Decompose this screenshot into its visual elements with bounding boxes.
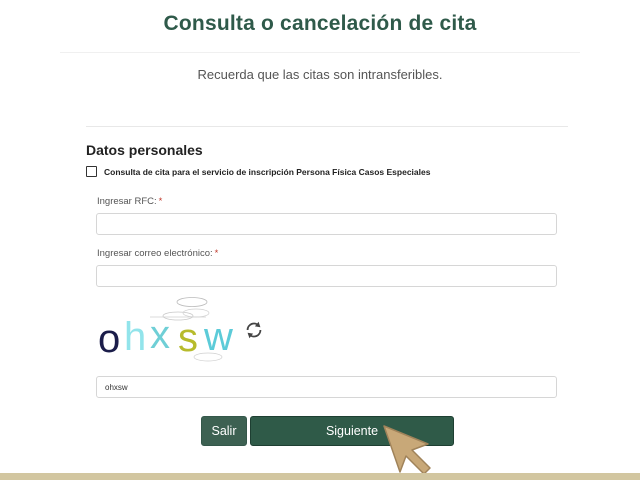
svg-text:s: s bbox=[178, 316, 198, 360]
footer-accent-bar bbox=[0, 473, 640, 480]
special-cases-checkbox-row[interactable]: Consulta de cita para el servicio de ins… bbox=[86, 166, 430, 177]
email-label-text: Ingresar correo electrónico: bbox=[97, 248, 213, 259]
email-input[interactable] bbox=[96, 265, 557, 287]
rfc-label-text: Ingresar RFC: bbox=[97, 196, 157, 207]
rfc-label: Ingresar RFC: * bbox=[97, 196, 162, 207]
page-title: Consulta o cancelación de cita bbox=[163, 12, 477, 35]
svg-text:h: h bbox=[124, 315, 146, 359]
special-cases-checkbox-label: Consulta de cita para el servicio de ins… bbox=[104, 166, 431, 177]
required-mark: * bbox=[158, 196, 163, 207]
exit-button[interactable]: Salir bbox=[201, 416, 247, 446]
section-title: Datos personales bbox=[86, 142, 203, 158]
required-mark: * bbox=[214, 248, 219, 259]
captcha-image: o h x s w bbox=[98, 297, 233, 362]
refresh-icon[interactable] bbox=[243, 319, 265, 341]
svg-text:x: x bbox=[150, 313, 170, 357]
captcha-input[interactable]: ohxsw bbox=[96, 376, 557, 398]
captcha-input-value: ohxsw bbox=[105, 382, 128, 392]
svg-text:o: o bbox=[98, 317, 120, 361]
hand-cursor-icon bbox=[383, 425, 431, 475]
email-label: Ingresar correo electrónico: * bbox=[97, 248, 218, 259]
svg-text:w: w bbox=[203, 315, 233, 359]
page-subtitle: Recuerda que las citas son intransferibl… bbox=[197, 67, 443, 82]
divider-section bbox=[86, 126, 568, 127]
special-cases-checkbox[interactable] bbox=[86, 166, 97, 177]
divider-top bbox=[60, 52, 580, 53]
rfc-input[interactable] bbox=[96, 213, 557, 235]
